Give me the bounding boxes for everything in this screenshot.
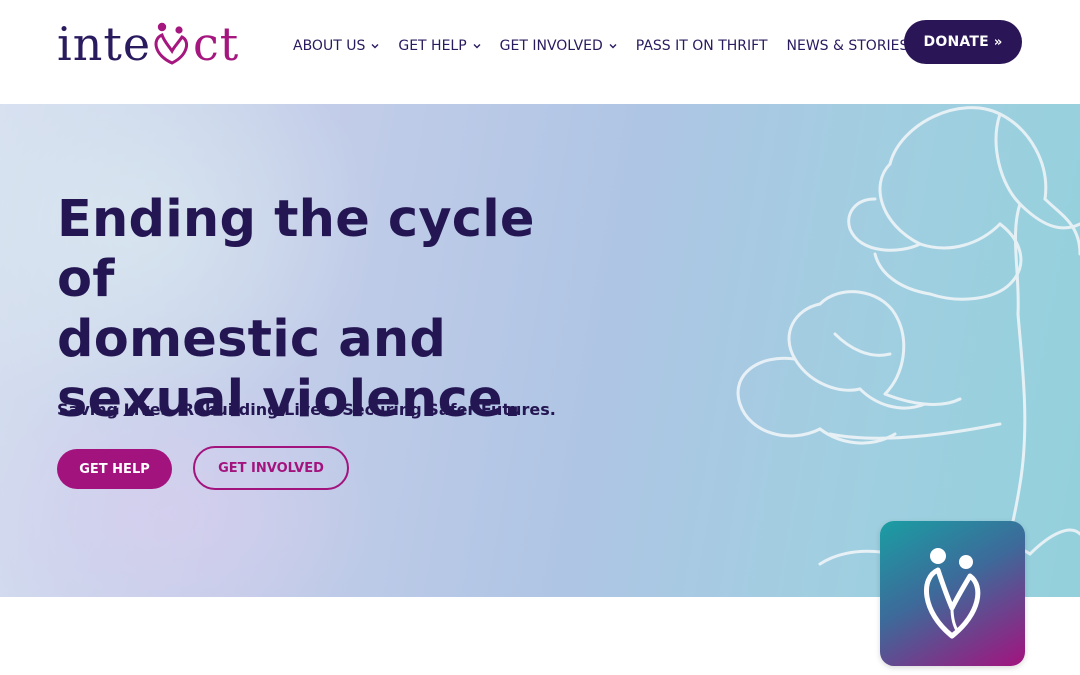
nav-pass-it-on-thrift[interactable]: PASS IT ON THRIFT [636, 38, 768, 54]
hero-title-line: domestic and [57, 310, 447, 369]
logo-heart-icon [154, 22, 189, 65]
site-header: inte ct ABOUT US GET HELP GET INVOLVED P… [0, 0, 1080, 104]
site-logo[interactable]: inte ct [57, 14, 239, 74]
get-help-label: GET HELP [79, 461, 150, 477]
chevron-down-icon [473, 44, 481, 49]
family-heart-icon [923, 547, 980, 638]
nav-get-help[interactable]: GET HELP [398, 38, 481, 54]
get-involved-label: GET INVOLVED [218, 460, 324, 476]
nav-about-us[interactable]: ABOUT US [293, 38, 379, 54]
hero-subtitle: Saving Lives. Rebuilding Lives. Securing… [57, 400, 556, 419]
nav-label: ABOUT US [293, 38, 366, 54]
chevron-down-icon [609, 44, 617, 49]
main-nav: ABOUT US GET HELP GET INVOLVED PASS IT O… [293, 36, 908, 56]
chevron-down-icon [371, 44, 379, 49]
get-help-button[interactable]: GET HELP [57, 449, 172, 489]
nav-label: PASS IT ON THRIFT [635, 38, 768, 54]
logo-text-start: inte [57, 17, 152, 71]
logo-text-end: ct [193, 17, 240, 71]
quick-exit-app-tile[interactable] [880, 521, 1025, 666]
nav-label: NEWS & STORIES [786, 38, 909, 54]
nav-label: GET HELP [398, 38, 467, 54]
hero-title: Ending the cycle of domestic and sexual … [57, 190, 577, 430]
nav-news-stories[interactable]: NEWS & STORIES [787, 38, 909, 54]
hero-title-line: Ending the cycle of [57, 190, 535, 309]
nav-label: GET INVOLVED [499, 38, 603, 54]
nav-get-involved[interactable]: GET INVOLVED [500, 38, 617, 54]
get-involved-button[interactable]: GET INVOLVED [193, 446, 349, 490]
donate-label: DONATE [923, 34, 989, 50]
donate-button[interactable]: DONATE » [904, 20, 1022, 64]
double-chevron-right-icon: » [993, 34, 1003, 50]
